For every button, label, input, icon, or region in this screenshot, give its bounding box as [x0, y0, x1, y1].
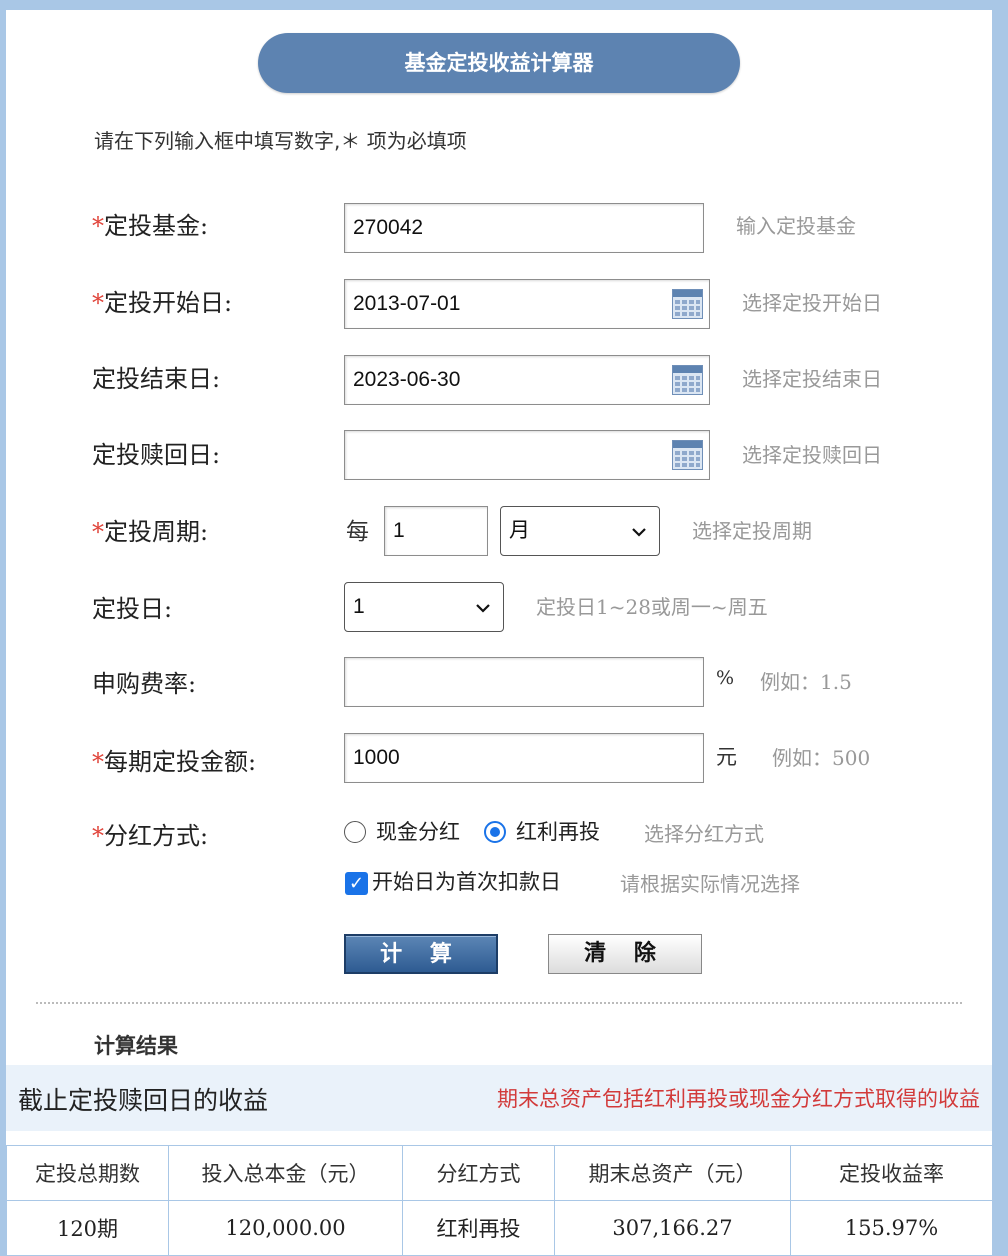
start-date-value: 2013-07-01 — [353, 292, 461, 315]
required-mark: * — [92, 212, 104, 240]
header-cell: 定投总期数 — [6, 1145, 169, 1201]
end-date-label: 定投结束日: — [92, 365, 221, 393]
result-band: 截止定投赎回日的收益 期末总资产包括红利再投或现金分红方式取得的收益 — [6, 1065, 992, 1131]
dividend-cash-radio[interactable] — [344, 821, 366, 843]
end-date-value: 2023-06-30 — [353, 368, 461, 391]
header-cell: 投入总本金（元） — [168, 1145, 403, 1201]
calendar-icon[interactable] — [672, 440, 703, 470]
required-mark: * — [92, 822, 104, 850]
total-periods-cell: 120期 — [6, 1200, 169, 1256]
dividend-cash-label[interactable]: 现金分红 — [376, 816, 460, 846]
amount-input[interactable]: 1000 — [344, 733, 704, 783]
amount-unit: 元 — [716, 745, 737, 769]
dividend-reinvest-label[interactable]: 红利再投 — [516, 816, 600, 846]
invest-day-hint: 定投日1~28或周一~周五 — [536, 595, 768, 619]
invest-day-label: 定投日: — [92, 595, 173, 623]
chevron-down-icon — [632, 528, 646, 537]
required-mark: * — [92, 748, 104, 776]
first-debit-checkbox[interactable]: ✓ — [345, 872, 368, 895]
end-date-hint: 选择定投结束日 — [742, 367, 882, 391]
fee-rate-hint: 例如：1.5 — [760, 670, 852, 694]
period-label: *定投周期: — [92, 518, 209, 546]
amount-hint: 例如：500 — [772, 746, 871, 770]
redeem-date-hint: 选择定投赎回日 — [742, 443, 882, 467]
final-assets-cell: 307,166.27 — [554, 1200, 791, 1256]
fee-rate-label: 申购费率: — [92, 670, 197, 698]
fund-input[interactable]: 270042 — [344, 203, 704, 253]
period-unit-select[interactable]: 月 — [500, 506, 660, 556]
period-unit-value: 月 — [509, 519, 530, 542]
result-section-title: 计算结果 — [94, 1034, 178, 1058]
fund-hint: 输入定投基金 — [736, 214, 856, 238]
period-hint: 选择定投周期 — [692, 519, 812, 543]
required-mark: * — [92, 289, 104, 317]
dividend-label: *分红方式: — [92, 822, 209, 850]
header-cell: 期末总资产（元） — [554, 1145, 791, 1201]
fee-rate-unit: % — [716, 667, 735, 689]
header-cell: 分红方式 — [402, 1145, 555, 1201]
total-principal-cell: 120,000.00 — [168, 1200, 403, 1256]
result-table: 定投总期数 投入总本金（元） 分红方式 期末总资产（元） 定投收益率 120期 … — [6, 1145, 993, 1256]
intro-text: 请在下列输入框中填写数字,＊ 项为必填项 — [94, 129, 467, 153]
amount-label: *每期定投金额: — [92, 748, 257, 776]
dividend-reinvest-radio[interactable] — [484, 821, 506, 843]
calculator-panel: 基金定投收益计算器 请在下列输入框中填写数字,＊ 项为必填项 *定投基金: 27… — [6, 10, 993, 1256]
fund-label: *定投基金: — [92, 212, 209, 240]
redeem-date-label: 定投赎回日: — [92, 441, 221, 469]
header-cell: 定投收益率 — [790, 1145, 993, 1201]
required-mark: * — [92, 518, 104, 546]
period-count-input[interactable]: 1 — [384, 506, 488, 556]
calendar-icon[interactable] — [672, 365, 703, 395]
start-date-input[interactable]: 2013-07-01 — [344, 279, 710, 329]
divider — [36, 1002, 962, 1004]
dividend-method-cell: 红利再投 — [402, 1200, 555, 1256]
return-rate-cell: 155.97% — [790, 1200, 993, 1256]
first-debit-hint: 请根据实际情况选择 — [620, 872, 800, 896]
dividend-hint: 选择分红方式 — [644, 822, 764, 846]
calculate-button[interactable]: 计 算 — [344, 934, 498, 974]
redeem-date-input[interactable] — [344, 430, 710, 480]
result-band-note: 期末总资产包括红利再投或现金分红方式取得的收益 — [497, 1087, 980, 1111]
chevron-down-icon — [476, 604, 490, 613]
first-debit-label[interactable]: 开始日为首次扣款日 — [372, 866, 561, 896]
calendar-icon[interactable] — [672, 289, 703, 319]
start-date-label: *定投开始日: — [92, 289, 233, 317]
clear-button[interactable]: 清 除 — [548, 934, 702, 974]
end-date-input[interactable]: 2023-06-30 — [344, 355, 710, 405]
page-title: 基金定投收益计算器 — [258, 33, 740, 93]
fee-rate-input[interactable] — [344, 657, 704, 707]
invest-day-value: 1 — [353, 595, 365, 618]
result-band-title: 截止定投赎回日的收益 — [18, 1086, 269, 1115]
result-table-header: 定投总期数 投入总本金（元） 分红方式 期末总资产（元） 定投收益率 — [6, 1145, 993, 1201]
period-prefix: 每 — [346, 519, 369, 545]
invest-day-select[interactable]: 1 — [344, 582, 504, 632]
table-row: 120期 120,000.00 红利再投 307,166.27 155.97% — [6, 1200, 993, 1256]
start-date-hint: 选择定投开始日 — [742, 291, 882, 315]
